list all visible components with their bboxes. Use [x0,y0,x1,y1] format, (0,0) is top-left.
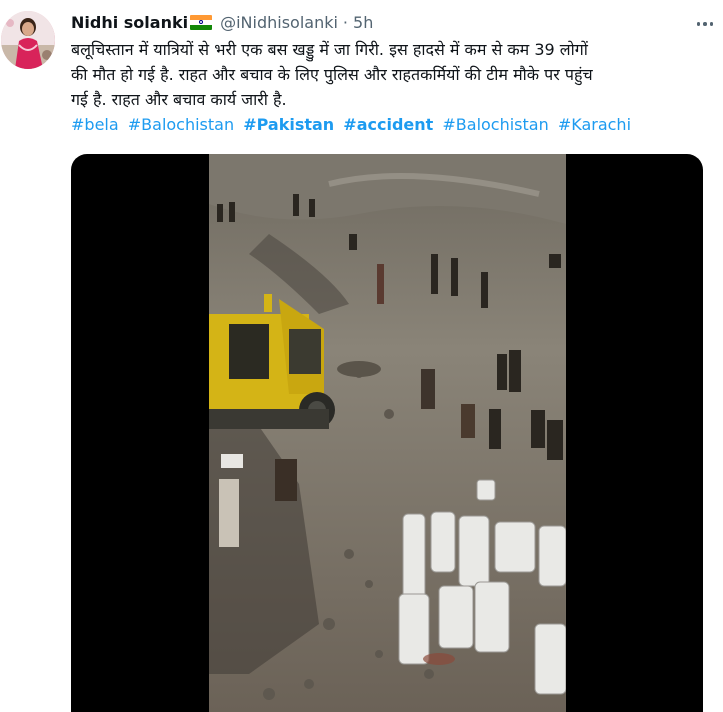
separator-dot: · [342,12,349,32]
india-flag-icon [190,14,213,30]
more-options-icon[interactable] [695,14,715,34]
hashtag-link[interactable]: #accident [343,115,433,134]
author-handle[interactable]: @iNidhisolanki [220,13,338,32]
hashtag-link[interactable]: #Pakistan [243,115,334,134]
tweet-text-line: की मौत हो गई है. राहत और बचाव के लिए पुल… [71,65,593,84]
hashtag-list: #bela #Balochistan #Pakistan #accident #… [71,113,635,137]
video-player[interactable] [71,154,703,712]
author-name[interactable]: Nidhi solanki [71,13,188,32]
hashtag-link[interactable]: #Balochistan [128,115,234,134]
tweet-text-line: गई है. राहत और बचाव कार्य जारी है. [71,90,287,109]
video-still-image [209,154,566,712]
tweet-card[interactable]: Nidhi solanki @iNidhisolanki · 5h बलूचिस… [0,0,723,712]
tweet-text-line: बलूचिस्तान में यात्रियों से भरी एक बस खड… [71,40,588,59]
hashtag-link[interactable]: #bela [71,115,119,134]
avatar[interactable] [1,11,55,69]
video-frame [209,154,566,712]
hashtag-link[interactable]: #Balochistan [442,115,548,134]
avatar-image [1,11,55,69]
hashtag-link[interactable]: #Karachi [558,115,631,134]
timestamp[interactable]: 5h [353,13,373,32]
tweet-text: बलूचिस्तान में यात्रियों से भरी एक बस खड… [71,37,711,112]
tweet-header: Nidhi solanki @iNidhisolanki · 5h [71,10,373,34]
